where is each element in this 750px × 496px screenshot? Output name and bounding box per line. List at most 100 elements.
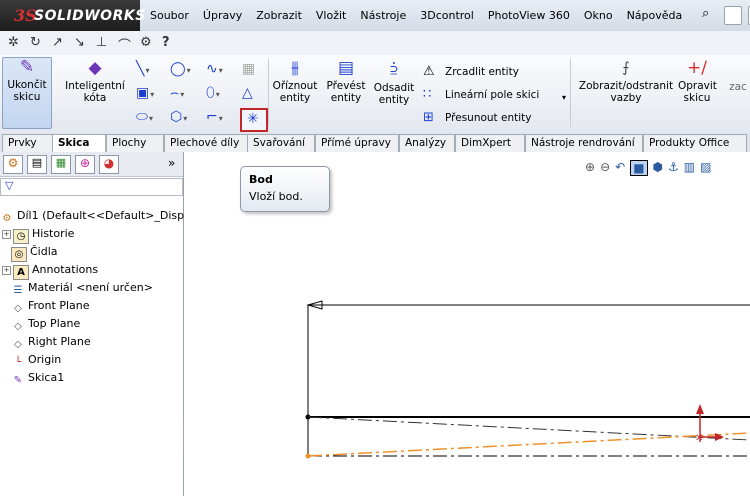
tab-prvky[interactable]: Prvky (2, 134, 55, 153)
tree-item-cidla[interactable]: ◎ Čidla (11, 245, 58, 262)
divider (570, 59, 571, 127)
tab-prime-upravy[interactable]: Přímé úpravy (315, 134, 399, 153)
menu-soubor[interactable]: Soubor (143, 9, 196, 22)
smart-dimension-label: Inteligentní kóta (65, 80, 125, 104)
line-arrow-icon[interactable]: ↗ (52, 35, 63, 50)
configuration-manager-tab-icon[interactable]: ▦ (51, 155, 71, 174)
tree-item-origin[interactable]: └ Origin (11, 353, 61, 369)
origin-arrow-up-icon (696, 404, 704, 414)
convert-entities-button[interactable]: ▤ Převést entity (324, 59, 368, 104)
tree-item-front-plane[interactable]: ◇ Front Plane (11, 299, 89, 315)
settings-icon[interactable]: ⚙ (140, 35, 152, 50)
exit-sketch-button[interactable]: ✎ Ukončit skicu (2, 57, 52, 129)
expand-icon[interactable]: + (2, 230, 11, 239)
zoom-to-fit-icon[interactable]: ⊕ (585, 160, 595, 176)
tab-dimxpert[interactable]: DimXpert (455, 134, 525, 153)
rapid-snaps-label: zac (729, 81, 747, 93)
previous-view-icon[interactable]: ↶ (615, 160, 625, 176)
divider (268, 59, 269, 127)
display-relations-button[interactable]: ⨍ Zobrazit/odstranit vazby (576, 59, 676, 104)
pattern-dropdown-icon[interactable]: ▾ (562, 93, 566, 102)
tab-plechove-dily[interactable]: Plechové díly (164, 134, 252, 153)
menu-3dcontrol[interactable]: 3Dcontrol (413, 9, 481, 22)
dimxpert-tab-icon[interactable]: ⊕ (75, 155, 95, 174)
arc-icon[interactable]: ⌒ (118, 35, 131, 54)
display-relations-label: Zobrazit/odstranit vazby (578, 80, 674, 104)
filter-icon: ▽ (5, 179, 14, 192)
hide-show-icon[interactable]: ▥ (684, 160, 695, 176)
construction-line-orange (307, 432, 750, 457)
filter-field[interactable]: ▽ (0, 178, 183, 196)
tab-skica[interactable]: Skica (52, 134, 106, 153)
tab-analyzy[interactable]: Analýzy (399, 134, 455, 153)
view-orientation-icon[interactable]: ⬢ (653, 160, 663, 176)
point-tooltip: Bod Vloží bod. (240, 166, 330, 212)
display-manager-tab-icon[interactable]: ◕ (99, 155, 119, 174)
smart-dimension-button[interactable]: ◆ Inteligentní kóta (62, 59, 128, 104)
menu-nastroje[interactable]: Nástroje (353, 9, 413, 22)
rapid-snaps-button[interactable]: zac (726, 81, 750, 93)
rectangle-icon[interactable]: ▣▾ (136, 85, 154, 103)
appearance-icon[interactable]: ▨ (700, 160, 711, 176)
linear-pattern-label[interactable]: Lineární pole skici (445, 89, 539, 101)
tree-item-top-plane[interactable]: ◇ Top Plane (11, 317, 80, 333)
diagonal-icon[interactable]: ↘ (74, 35, 85, 50)
slot-icon[interactable]: ⬭▾ (136, 109, 153, 127)
expand-pane-icon[interactable]: » (168, 156, 175, 170)
menu-upravy[interactable]: Úpravy (196, 9, 249, 22)
trim-entities-button[interactable]: ⫵ Oříznout entity (272, 59, 318, 104)
tree-item-annotations[interactable]: + A Annotations (2, 263, 98, 280)
move-entities-label[interactable]: Přesunout entity (445, 112, 532, 124)
section-view-icon[interactable]: ■ (630, 160, 648, 176)
menu-napoveda[interactable]: Nápověda (620, 9, 690, 22)
display-style-icon[interactable]: ⚓ (668, 160, 679, 176)
linear-pattern-icon[interactable]: ∷ (423, 87, 431, 103)
tree-item-historie[interactable]: + ◷ Historie (2, 227, 74, 244)
tree-root[interactable]: ⚙ Díl1 (Default<<Default>_Displa (0, 209, 194, 225)
ellipse-icon[interactable]: ⬯▾ (206, 85, 220, 103)
offset-entities-button[interactable]: ⫄ Odsadit entity (371, 61, 417, 106)
point-button[interactable]: ✳ (240, 108, 268, 132)
tooltip-description: Vloží bod. (249, 190, 303, 203)
feature-manager-tab-icon[interactable]: ⚙ (3, 155, 23, 174)
sketch-quick-toolbar: ✲ ↻ ↗ ↘ ⊥ ⌒ ⚙ ? (0, 31, 750, 56)
spline-icon[interactable]: ∿▾ (206, 61, 223, 79)
help-icon[interactable]: ? (162, 35, 170, 50)
menu-okno[interactable]: Okno (577, 9, 620, 22)
zoom-area-icon[interactable]: ⊖ (600, 160, 610, 176)
tree-item-right-plane[interactable]: ◇ Right Plane (11, 335, 91, 351)
part-icon: ⚙ (2, 213, 12, 224)
perpendicular-icon[interactable]: ⊥ (96, 35, 107, 50)
solidworks-logo[interactable]: 3S SOLIDWORKS (0, 0, 145, 31)
mirror-icon[interactable]: ⚠ (423, 64, 435, 80)
new-document-icon[interactable] (724, 6, 742, 25)
tab-svarovani[interactable]: Svařování (247, 134, 315, 153)
polygon-icon[interactable]: ⬡▾ (170, 109, 187, 127)
tab-plochy[interactable]: Plochy (106, 134, 164, 153)
tree-item-material[interactable]: ☰ Materiál <není určen> (11, 281, 153, 297)
mirror-entities-label[interactable]: Zrcadlit entity (445, 66, 519, 78)
line-icon[interactable]: ╲▾ (136, 61, 149, 79)
tab-produkty-office[interactable]: Produkty Office (643, 134, 747, 153)
tree-item-skica1[interactable]: ✎ Skica1 (11, 371, 64, 387)
circle-icon[interactable]: ◯▾ (170, 61, 191, 79)
dimension-icon: ◆ (88, 58, 102, 78)
menu-vlozit[interactable]: Vložit (309, 9, 353, 22)
point-tool-icon[interactable]: ✲ (8, 35, 19, 50)
expand-icon[interactable]: + (2, 266, 11, 275)
arc-tool-icon[interactable]: ⌢▾ (170, 85, 184, 103)
rotate-icon[interactable]: ↻ (30, 35, 41, 50)
menu-photoview[interactable]: PhotoView 360 (481, 9, 577, 22)
move-entities-icon[interactable]: ⊞ (423, 110, 434, 126)
repair-sketch-button[interactable]: +∕ Opravit skicu (678, 59, 717, 104)
tree-item-label: Čidla (30, 245, 58, 258)
tab-nastroje-rendrovani[interactable]: Nástroje rendrování (525, 134, 643, 153)
text-tool-icon[interactable]: △ (242, 85, 253, 101)
pin-icon[interactable]: ⌕ (702, 6, 718, 23)
menu-zobrazit[interactable]: Zobrazit (249, 9, 309, 22)
relations-icon: ⨍ (622, 60, 630, 76)
fillet-icon[interactable]: ⌐▾ (206, 109, 223, 127)
exit-sketch-icon: ✎ (19, 57, 35, 77)
property-manager-tab-icon[interactable]: ▤ (27, 155, 47, 174)
grid-icon[interactable]: ▦ (242, 61, 255, 77)
